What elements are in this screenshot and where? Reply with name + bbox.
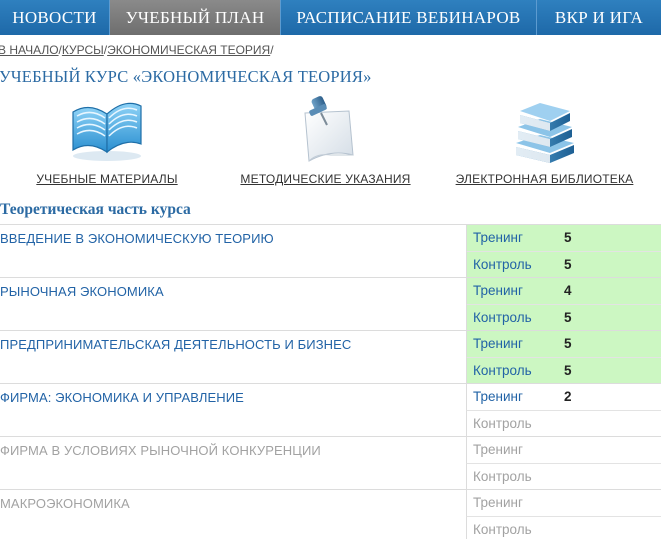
breadcrumb: В НАЧАЛО/КУРСЫ/ЭКОНОМИЧЕСКАЯ ТЕОРИЯ/ [0,43,274,57]
table-row: ФИРМА В УСЛОВИЯХ РЫНОЧНОЙ КОНКУРЕНЦИИ Тр… [0,437,661,490]
nav-tab-curriculum[interactable]: УЧЕБНЫЙ ПЛАН [110,0,281,35]
resource-label[interactable]: МЕТОДИЧЕСКИЕ УКАЗАНИЯ [240,172,410,186]
module-stats: Тренинг Контроль [466,437,661,489]
table-row: ПРЕДПРИНИМАТЕЛЬСКАЯ ДЕЯТЕЛЬНОСТЬ И БИЗНЕ… [0,331,661,384]
training-link[interactable]: Тренинг [467,389,564,404]
training-link[interactable]: Тренинг [467,336,564,351]
control-label: Контроль [473,415,532,431]
training-score: 4 [564,283,572,299]
module-link[interactable]: ПРЕДПРИНИМАТЕЛЬСКАЯ ДЕЯТЕЛЬНОСТЬ И БИЗНЕ… [0,331,466,383]
control-label: Контроль [473,468,532,484]
training-cell: Тренинг [466,490,661,516]
training-cell: Тренинг 2 [466,384,661,410]
control-score: 5 [564,309,572,325]
control-cell: Контроль 5 [466,303,661,330]
resource-label[interactable]: ЭЛЕКТРОННАЯ БИБЛИОТЕКА [456,172,634,186]
control-cell: Контроль 5 [466,250,661,277]
resource-study-materials[interactable]: УЧЕБНЫЕ МАТЕРИАЛЫ [36,92,178,186]
training-score: 5 [564,336,572,352]
module-link[interactable]: ВВЕДЕНИЕ В ЭКОНОМИЧЕСКУЮ ТЕОРИЮ [0,225,466,277]
breadcrumb-separator: / [270,43,274,57]
training-link[interactable]: Тренинг [467,283,564,298]
control-cell: Контроль [466,409,661,436]
module-stats: Тренинг 5 Контроль 5 [466,331,661,383]
module-stats: Тренинг 2 Контроль [466,384,661,436]
book-stack-icon [505,92,585,166]
module-label: ФИРМА В УСЛОВИЯХ РЫНОЧНОЙ КОНКУРЕНЦИИ [0,443,321,458]
training-cell: Тренинг 5 [466,331,661,357]
table-row: ФИРМА: ЭКОНОМИКА И УПРАВЛЕНИЕ Тренинг 2 … [0,384,661,437]
breadcrumb-home-link[interactable]: В НАЧАЛО [0,43,59,57]
modules-table: ВВЕДЕНИЕ В ЭКОНОМИЧЕСКУЮ ТЕОРИЮ Тренинг … [0,224,661,539]
nav-tab-news[interactable]: НОВОСТИ [0,0,110,35]
breadcrumb-course-link[interactable]: ЭКОНОМИЧЕСКАЯ ТЕОРИЯ [107,43,270,57]
module-stats: Тренинг Контроль [466,490,661,539]
training-link[interactable]: Тренинг [467,230,564,245]
table-row: РЫНОЧНАЯ ЭКОНОМИКА Тренинг 4 Контроль 5 [0,278,661,331]
training-cell: Тренинг 5 [466,225,661,251]
section-title: Теоретическая часть курса [0,201,191,218]
table-row: ВВЕДЕНИЕ В ЭКОНОМИЧЕСКУЮ ТЕОРИЮ Тренинг … [0,225,661,278]
control-label: Контроль [473,521,532,537]
module-link[interactable]: ФИРМА: ЭКОНОМИКА И УПРАВЛЕНИЕ [0,384,466,436]
control-score: 5 [564,362,572,378]
nav-tab-vkr-iga[interactable]: ВКР И ИГА [537,0,661,35]
module-stats: Тренинг 4 Контроль 5 [466,278,661,330]
pinned-note-icon [286,92,366,166]
control-link[interactable]: Контроль [467,310,564,325]
control-link[interactable]: Контроль [467,363,564,378]
control-cell: Контроль [466,462,661,489]
page-title: УЧЕБНЫЙ КУРС «ЭКОНОМИЧЕСКАЯ ТЕОРИЯ» [0,67,372,86]
control-score: 5 [564,256,572,272]
resource-label[interactable]: УЧЕБНЫЕ МАТЕРИАЛЫ [36,172,177,186]
training-cell: Тренинг 4 [466,278,661,304]
open-book-icon [67,92,147,166]
control-cell: Контроль [466,515,661,539]
training-label: Тренинг [473,495,523,511]
resource-guidelines[interactable]: МЕТОДИЧЕСКИЕ УКАЗАНИЯ [240,92,411,186]
training-cell: Тренинг [466,437,661,463]
training-label: Тренинг [473,442,523,458]
training-score: 5 [564,230,572,246]
resource-e-library[interactable]: ЭЛЕКТРОННАЯ БИБЛИОТЕКА [455,92,634,186]
module-stats: Тренинг 5 Контроль 5 [466,225,661,277]
nav-tab-webinar-schedule[interactable]: РАСПИСАНИЕ ВЕБИНАРОВ [281,0,537,35]
module-link[interactable]: РЫНОЧНАЯ ЭКОНОМИКА [0,278,466,330]
control-link[interactable]: Контроль [467,257,564,272]
table-row: МАКРОЭКОНОМИКА Тренинг Контроль [0,490,661,539]
training-score: 2 [564,389,572,405]
control-cell: Контроль 5 [466,356,661,383]
top-nav: НОВОСТИ УЧЕБНЫЙ ПЛАН РАСПИСАНИЕ ВЕБИНАРО… [0,0,661,35]
breadcrumb-courses-link[interactable]: КУРСЫ [62,43,104,57]
module-label: МАКРОЭКОНОМИКА [0,496,130,511]
